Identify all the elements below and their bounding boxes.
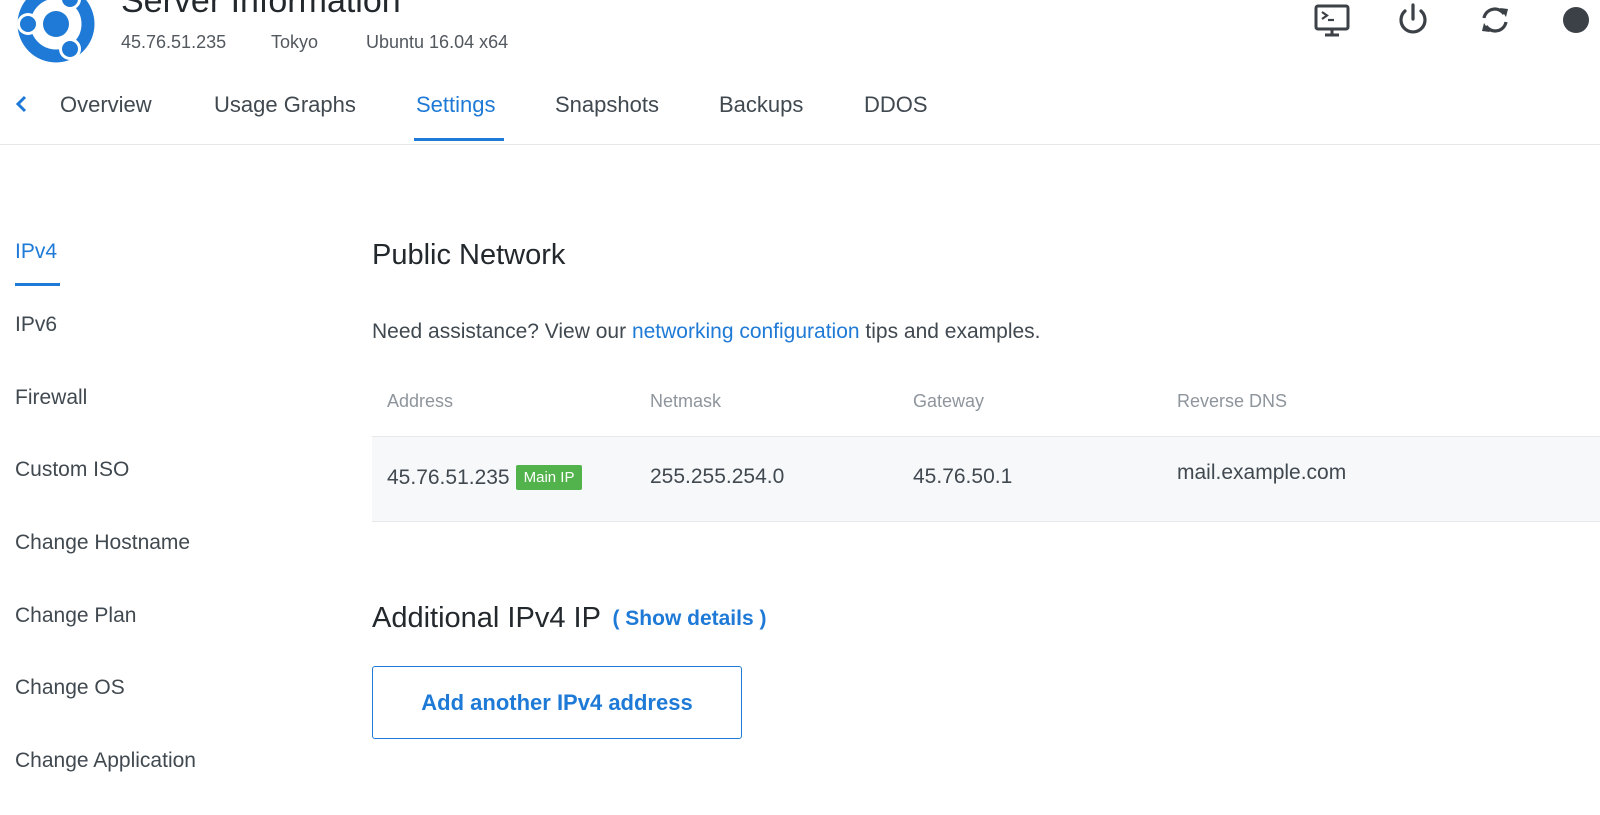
public-network-title: Public Network [372,239,566,271]
sidebar-item-change-plan[interactable]: Change Plan [15,603,136,629]
tab-usage-graphs[interactable]: Usage Graphs [214,92,356,118]
sidebar-item-change-os[interactable]: Change OS [15,675,125,701]
assistance-text: Need assistance? View our networking con… [372,320,1041,344]
more-icon[interactable] [1556,0,1596,40]
active-tab-indicator [414,138,504,141]
sidebar-item-change-hostname[interactable]: Change Hostname [15,530,190,556]
chevron-left-icon[interactable] [12,92,30,116]
server-os: Ubuntu 16.04 x64 [366,32,509,52]
add-ipv4-button[interactable]: Add another IPv4 address [372,666,742,739]
ubuntu-logo-icon [17,0,95,63]
column-header-reverse-dns: Reverse DNS [1177,391,1288,411]
server-settings-page: Server Information 45.76.51.235 Tokyo Ub… [0,0,1600,815]
column-header-address: Address [387,391,454,411]
tab-backups[interactable]: Backups [719,92,803,118]
restart-icon[interactable] [1475,0,1515,40]
tab-overview[interactable]: Overview [60,92,152,118]
gateway-value: 45.76.50.1 [913,465,1013,488]
address-cell: 45.76.51.235 Main IP [387,465,583,490]
monitor-console-icon[interactable] [1312,0,1352,40]
additional-ipv4-title: Additional IPv4 IP [372,602,601,634]
sidebar-item-ipv6[interactable]: IPv6 [15,312,57,338]
power-icon[interactable] [1393,0,1433,40]
netmask-value: 255.255.254.0 [650,465,785,488]
server-location: Tokyo [271,32,319,52]
sidebar-item-ipv4[interactable]: IPv4 [15,239,57,265]
public-network-table: Address Netmask Gateway Reverse DNS 45.7… [372,370,1600,522]
show-details-link[interactable]: ( Show details ) [612,607,766,630]
address-value: 45.76.51.235 [387,466,510,489]
table-row: 45.76.51.235 Main IP 255.255.254.0 45.76.… [372,437,1600,522]
server-tabs: Overview Usage Graphs Settings Snapshots… [0,80,1600,145]
active-sidebar-indicator [15,283,60,286]
table-header: Address Netmask Gateway Reverse DNS [372,370,1600,437]
sidebar-item-custom-iso[interactable]: Custom ISO [15,457,129,483]
server-ip: 45.76.51.235 [121,32,227,52]
tab-ddos[interactable]: DDOS [864,92,928,118]
sidebar-item-change-application[interactable]: Change Application [15,748,196,774]
main-ip-badge: Main IP [515,465,583,490]
reverse-dns-link[interactable]: mail.example.com [1177,461,1346,485]
tab-settings[interactable]: Settings [416,92,496,118]
additional-ipv4-heading: Additional IPv4 IP ( Show details ) [372,604,766,633]
column-header-netmask: Netmask [650,391,722,411]
networking-configuration-link[interactable]: networking configuration [632,320,860,343]
assistance-suffix: tips and examples. [859,320,1041,343]
page-title: Server Information [121,0,401,20]
tab-snapshots[interactable]: Snapshots [555,92,659,118]
sidebar-item-firewall[interactable]: Firewall [15,385,87,411]
assistance-prefix: Need assistance? View our [372,320,632,343]
column-header-gateway: Gateway [913,391,985,411]
